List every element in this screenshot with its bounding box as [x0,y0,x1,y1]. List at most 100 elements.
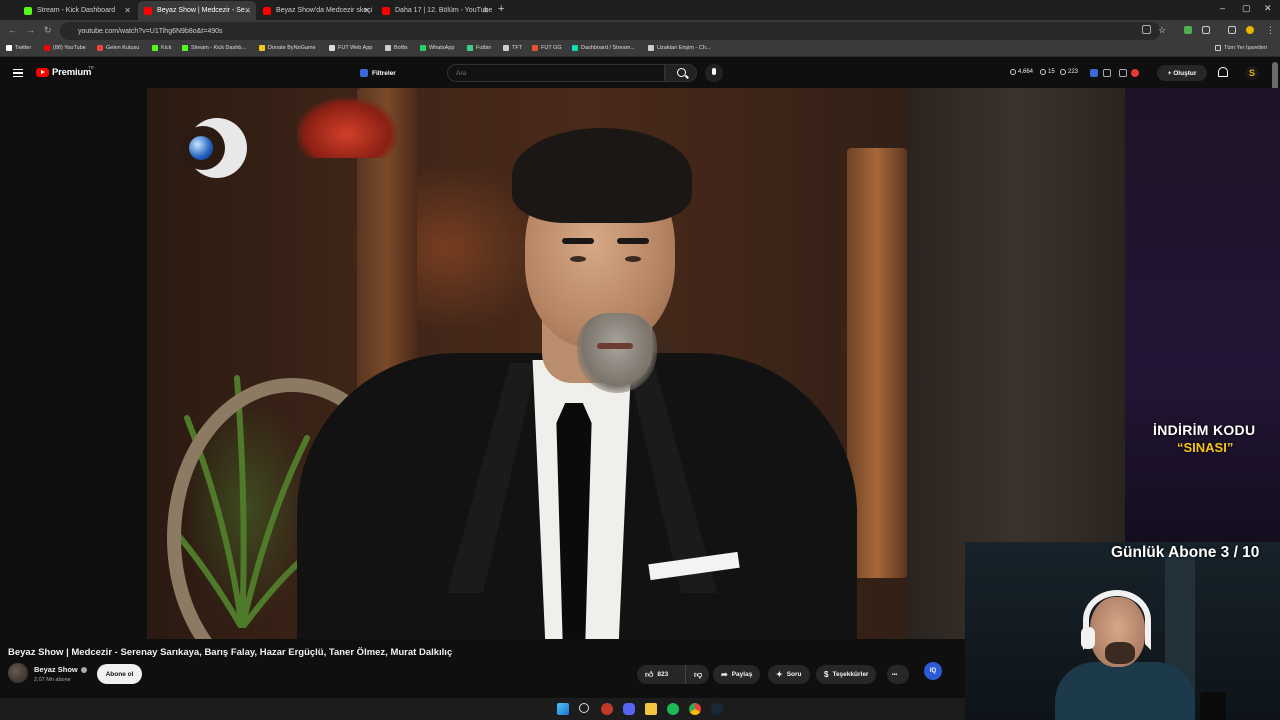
whatsapp-icon [420,45,426,51]
youtube-header: Premium TR Filtreler Ara 4,664 15 223 + … [0,58,1280,88]
bookmark-futbin[interactable]: Futbin [467,45,491,51]
like-stat-icon [1060,69,1066,75]
bookmark-kick[interactable]: Kick [152,45,171,51]
thumbs-down-icon: 👎︎ [694,669,703,679]
profile-avatar-icon[interactable] [1246,26,1254,34]
stat-likes: 223 [1060,69,1078,75]
streamer-webcam [965,542,1280,720]
live-icon[interactable] [1131,69,1139,77]
bookmark-fut-web-app[interactable]: FUT Web App [329,45,372,51]
filter-extension-icon [360,69,368,77]
extension-iq-button[interactable]: IQ [924,662,942,680]
extension-q-icon[interactable] [1090,69,1098,77]
reload-icon[interactable]: ↻ [44,25,52,36]
discount-code-value: “SINASI” [1177,440,1234,455]
comment-icon [1040,69,1046,75]
chrome-icon[interactable] [689,703,701,715]
back-icon[interactable]: ← [8,25,17,35]
search-input[interactable]: Ara [447,64,665,82]
bookmark-stream-dashboard[interactable]: Dashboard / Stream... [572,45,635,51]
sparkle-icon: ✦ [776,670,783,679]
stat-comments: 15 [1040,69,1055,75]
minimize-button[interactable]: – [1220,3,1225,13]
host-brow [617,238,649,244]
tab-daha-17[interactable]: Daha 17 | 12. Bölüm - YouTube ✕ [376,1,494,20]
more-actions-button[interactable]: ••• [887,665,909,684]
ask-button[interactable]: ✦ Soru [768,665,810,684]
dislike-button[interactable]: 👎︎ [685,665,709,684]
bookmark-bynogame[interactable]: Donate ByNoGame [259,45,316,51]
close-tab-icon[interactable]: ✕ [244,6,251,15]
forward-icon[interactable]: → [26,25,35,35]
tab-title: Beyaz Show'da Medcezir skeçi [276,7,373,14]
subscribe-button[interactable]: Abone ol [97,664,142,684]
settings-icon[interactable] [1119,69,1127,77]
bookmark-gmail[interactable]: Gelen Kutusu [97,45,139,51]
host-beard [577,313,657,393]
stat-views: 4,664 [1010,69,1033,75]
like-button[interactable]: 👍︎ 823 [637,665,685,684]
channel-name[interactable]: Beyaz Show [34,665,87,674]
bookmark-twitter[interactable]: Twitter [6,45,31,51]
notifications-bell-icon[interactable] [1218,67,1228,77]
url-input[interactable]: youtube.com/watch?v=U1Tihg6N9b8o&t=490s [60,22,1160,40]
windows-start-icon[interactable] [557,703,569,715]
new-tab-button[interactable]: + [498,3,504,15]
maximize-button[interactable]: ▢ [1242,3,1251,14]
all-bookmarks-folder[interactable]: Tüm Yer İşaretleri [1215,45,1267,51]
thanks-button[interactable]: $ Teşekkürler [816,665,877,684]
x-icon [6,45,12,51]
filters-button[interactable]: Filtreler [360,66,396,80]
bookmark-kick-dashboard[interactable]: Stream - Kick Dashb... [182,45,246,51]
discord-icon[interactable] [623,703,635,715]
bookmark-tft[interactable]: TFT [503,45,522,51]
close-tab-icon[interactable]: ✕ [363,6,370,15]
tab-kick-dashboard[interactable]: Stream - Kick Dashboard ✕ [18,1,136,20]
app-icon[interactable] [601,703,613,715]
close-tab-icon[interactable]: ✕ [124,6,131,15]
account-avatar[interactable]: S [1245,66,1259,80]
search-button[interactable] [665,64,697,82]
host-brow [562,238,594,244]
spotify-icon[interactable] [667,703,679,715]
close-tab-icon[interactable]: ✕ [482,6,489,15]
tab-title: Stream - Kick Dashboard [37,7,116,14]
verified-icon [80,667,87,674]
browser-menu-icon[interactable]: ⋮ [1266,25,1275,36]
host-mouth [597,343,633,349]
daily-subscriber-goal: Günlük Abone 3 / 10 [1111,544,1260,561]
browser-tab-bar: Stream - Kick Dashboard ✕ Beyaz Show | M… [0,0,1280,20]
url-text: youtube.com/watch?v=U1Tihg6N9b8o&t=490s [78,27,223,35]
extension-icon[interactable] [1184,26,1192,34]
create-button[interactable]: + Oluştur [1157,65,1207,81]
file-explorer-icon[interactable] [645,703,657,715]
bookmark-star-icon[interactable]: ☆ [1158,25,1166,36]
bookmark-fut-gg[interactable]: FUT GG [532,45,562,51]
downloads-icon[interactable] [1228,26,1236,34]
bookmark-remote-access[interactable]: Uzaktan Erişim - Ch... [648,45,710,51]
channel-avatar[interactable] [8,663,28,683]
os-taskbar [0,698,965,720]
bookmark-whatsapp[interactable]: WhatsApp [420,45,454,51]
search-icon[interactable] [579,703,589,713]
cast-icon[interactable] [1142,25,1151,34]
host-eye [570,256,586,262]
folder-icon [1215,45,1221,51]
list-icon[interactable] [1103,69,1111,77]
steam-icon[interactable] [711,703,723,715]
bookmarks-bar: Twitter (88) YouTube Gelen Kutusu Kick S… [0,42,1280,57]
tab-beyaz-show[interactable]: Beyaz Show | Medcezir - Se... ✕ [138,1,256,20]
share-icon: ➦ [721,670,728,679]
close-window-button[interactable]: ✕ [1264,3,1272,14]
thumbs-up-icon: 👍︎ [645,669,654,679]
bookmark-botfix[interactable]: Botfix [385,45,408,51]
youtube-premium-wordmark[interactable]: Premium [52,67,91,78]
bookmark-youtube[interactable]: (88) YouTube [44,45,86,51]
menu-icon[interactable] [13,69,23,77]
youtube-logo-icon[interactable] [36,68,49,77]
tab-medcezir-skeci[interactable]: Beyaz Show'da Medcezir skeçi ✕ [257,1,375,20]
voice-search-icon[interactable] [705,64,723,82]
kick-icon [152,45,158,51]
extensions-puzzle-icon[interactable] [1202,26,1210,34]
share-button[interactable]: ➦ Paylaş [713,665,761,684]
